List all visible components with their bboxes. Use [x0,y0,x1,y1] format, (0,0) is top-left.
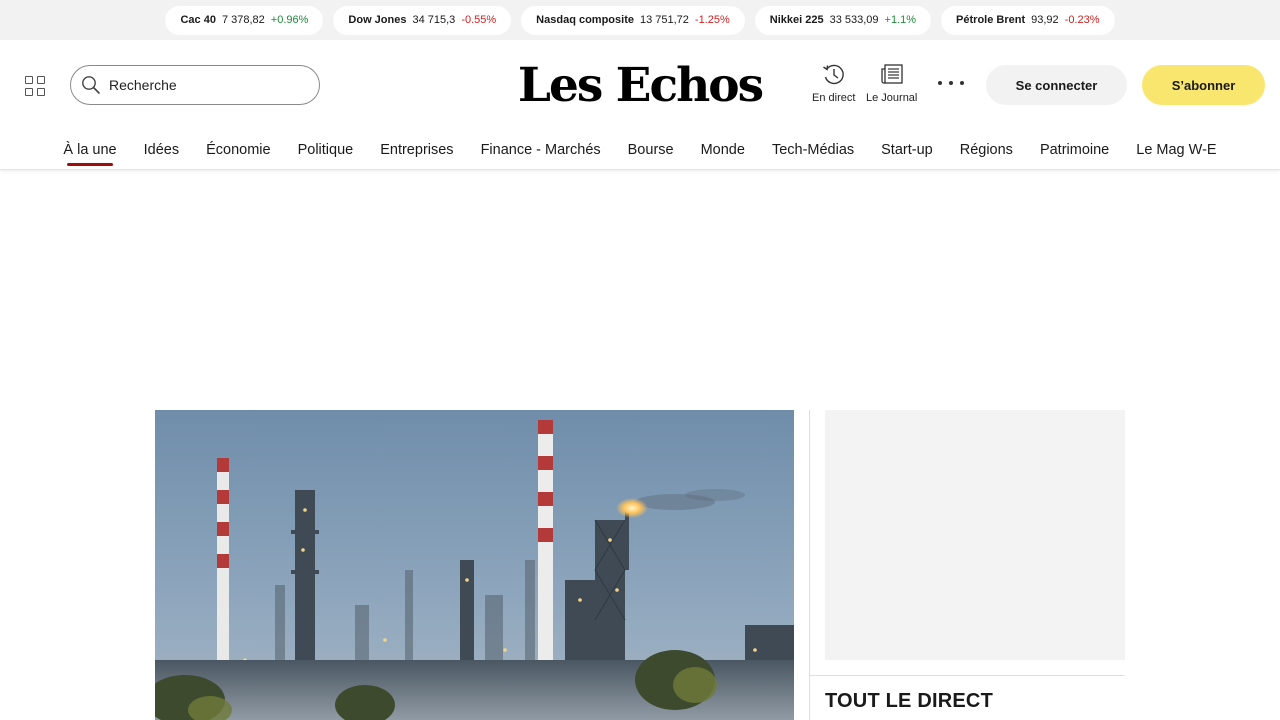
headline-image[interactable] [155,410,794,720]
ticker-item-brent[interactable]: Pétrole Brent 93,92 -0.23% [941,5,1115,35]
ticker-name: Dow Jones [348,14,407,26]
ticker-change: -1.25% [694,14,730,26]
ticker-change: +0.96% [270,14,309,26]
nav-item-entreprises[interactable]: Entreprises [380,142,453,159]
journal-label: Le Journal [866,92,918,104]
nav-item-a-la-une[interactable]: À la une [63,142,117,166]
main-nav: À la une Idées Économie Politique Entrep… [0,130,1280,170]
search-box[interactable] [70,65,320,105]
history-clock-icon [822,64,844,85]
ticker-item-nasdaq[interactable]: Nasdaq composite 13 751,72 -1.25% [521,5,745,35]
ad-placeholder [825,410,1125,660]
nav-item-le-mag-we[interactable]: Le Mag W-E [1136,142,1216,159]
live-label: En direct [812,92,856,104]
journal-button[interactable]: Le Journal [866,63,917,104]
grid-menu-icon[interactable] [25,76,45,96]
newspaper-icon [881,64,903,84]
login-button[interactable]: Se connecter [986,65,1127,105]
nav-item-regions[interactable]: Régions [960,142,1013,159]
nav-item-monde[interactable]: Monde [701,142,745,159]
search-input[interactable] [109,77,309,93]
ticker-value: 34 715,3 [412,14,456,26]
ticker-change: -0.23% [1064,14,1100,26]
refinery-photo [155,410,794,720]
ticker-value: 93,92 [1031,14,1059,26]
ticker-name: Nikkei 225 [769,14,824,26]
site-logo[interactable]: Les Echos [510,56,770,116]
nav-item-bourse[interactable]: Bourse [628,142,674,159]
ticker-item-dowjones[interactable]: Dow Jones 34 715,3 -0.55% [333,5,512,35]
direct-section-title[interactable]: TOUT LE DIRECT [825,690,993,713]
site-header: Les Echos En direct Le Journal Se connec… [0,40,1280,130]
ticker-item-nikkei[interactable]: Nikkei 225 33 533,09 +1.1% [754,5,932,35]
ticker-name: Nasdaq composite [536,14,634,26]
nav-item-patrimoine[interactable]: Patrimoine [1040,142,1109,159]
ticker-value: 33 533,09 [829,14,879,26]
live-button[interactable]: En direct [812,63,855,104]
nav-item-economie[interactable]: Économie [206,142,270,159]
ticker-item-cac40[interactable]: Cac 40 7 378,82 +0.96% [165,5,324,35]
ticker-name: Cac 40 [180,14,216,26]
ticker-value: 7 378,82 [221,14,265,26]
search-icon [82,76,100,94]
nav-item-start-up[interactable]: Start-up [881,142,933,159]
nav-item-politique[interactable]: Politique [298,142,354,159]
market-ticker: Cac 40 7 378,82 +0.96% Dow Jones 34 715,… [0,0,1280,40]
nav-item-tech-medias[interactable]: Tech-Médias [772,142,854,159]
more-options-icon[interactable] [938,76,964,90]
ticker-change: -0.55% [461,14,497,26]
ticker-name: Pétrole Brent [956,14,1026,26]
section-divider [810,675,1125,676]
subscribe-button[interactable]: S’abonner [1142,65,1265,105]
nav-item-idees[interactable]: Idées [144,142,179,159]
nav-item-finance-marches[interactable]: Finance - Marchés [481,142,601,159]
column-divider [809,410,810,720]
ticker-change: +1.1% [884,14,917,26]
ticker-value: 13 751,72 [639,14,689,26]
